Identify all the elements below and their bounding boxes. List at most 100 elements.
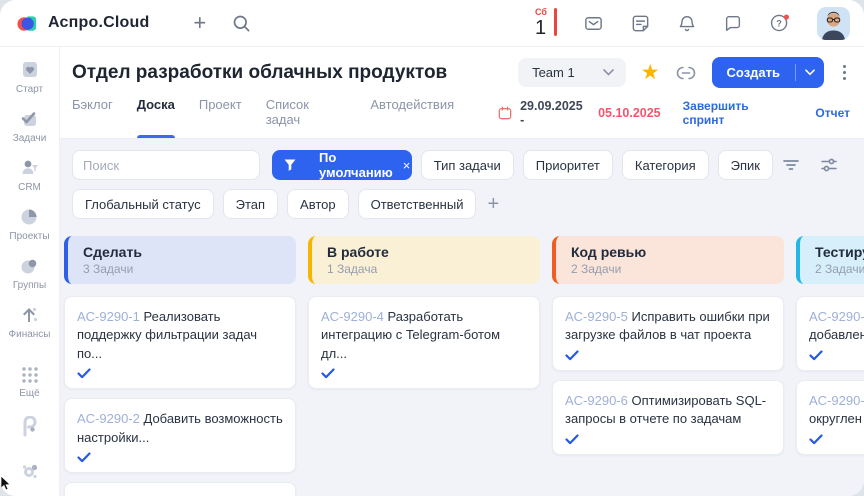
- calendar-day: 1: [535, 18, 546, 38]
- sidebar-item-crm[interactable]: CRM: [18, 157, 41, 193]
- task-id: AC-9290-5: [565, 309, 628, 324]
- task-card[interactable]: AC-9290-4 Разработать интеграцию с Teleg…: [308, 296, 540, 389]
- task-card[interactable]: AC-9290-5 Исправить ошибки при загрузке …: [552, 296, 784, 371]
- calendar-weekday: Сб: [535, 8, 547, 17]
- column-count: 1 Задача: [327, 262, 528, 276]
- column-title: Тестируе: [815, 244, 864, 260]
- settings-sliders-icon[interactable]: [820, 156, 838, 174]
- sort-icon[interactable]: [782, 158, 800, 172]
- copy-link-icon[interactable]: [675, 62, 697, 84]
- sidebar-item-groups[interactable]: Группы: [13, 255, 46, 291]
- task-card[interactable]: AC-9290-округлен: [796, 380, 864, 455]
- filter-category[interactable]: Категория: [622, 150, 709, 180]
- sprint-range-end: 05.10.2025: [598, 106, 661, 120]
- sidebar-item-start[interactable]: Старт: [16, 59, 43, 95]
- filter-task-type[interactable]: Тип задачи: [421, 150, 514, 180]
- filter-row-2: Глобальный статус Этап Автор Ответственн…: [72, 189, 850, 219]
- check-icon: [809, 434, 864, 445]
- column-testing: Тестируе 2 Задачи AC-9290-добавлен AC-92…: [796, 236, 864, 496]
- finish-sprint-link[interactable]: Завершить спринт: [683, 99, 794, 127]
- column-header: Сделать 3 Задачи: [64, 236, 296, 284]
- create-chevron-icon[interactable]: [796, 69, 824, 76]
- logo-icon: [16, 12, 39, 35]
- filter-author[interactable]: Автор: [287, 189, 349, 219]
- sidebar-item-tasks[interactable]: Задачи: [13, 108, 47, 144]
- quick-add-button[interactable]: +: [193, 12, 206, 34]
- user-avatar[interactable]: [817, 7, 850, 40]
- report-link[interactable]: Отчет: [815, 106, 850, 120]
- check-icon: [321, 368, 527, 379]
- app-logo[interactable]: Аспро.Cloud: [16, 12, 149, 35]
- search-input[interactable]: [72, 150, 260, 180]
- tab-backlog[interactable]: Бэклог: [72, 97, 113, 138]
- app-window: Аспро.Cloud + Сб 1: [0, 0, 864, 496]
- column-header: Код ревью 2 Задачи: [552, 236, 784, 284]
- task-card[interactable]: AC-9290-1 Реализовать поддержку фильтрац…: [64, 296, 296, 389]
- groups-icon: [18, 255, 40, 277]
- task-card[interactable]: AC-9290-2 Добавить возможность настройки…: [64, 398, 296, 473]
- topbar: Аспро.Cloud + Сб 1: [0, 0, 864, 47]
- team-selector-value: Team 1: [532, 65, 575, 80]
- filter-epic[interactable]: Эпик: [718, 150, 773, 180]
- filter-assignee[interactable]: Ответственный: [358, 189, 477, 219]
- task-card[interactable]: AC-9290-добавлен: [796, 296, 864, 371]
- calendar-date-widget[interactable]: Сб 1: [535, 8, 557, 38]
- partner-logo-icon[interactable]: [19, 416, 41, 438]
- tasks-icon: [18, 108, 40, 130]
- column-header: Тестируе 2 Задачи: [796, 236, 864, 284]
- bell-icon[interactable]: [677, 13, 697, 34]
- sidebar-item-more[interactable]: Ещё: [19, 365, 39, 399]
- team-selector[interactable]: Team 1: [518, 58, 626, 87]
- column-title: Код ревью: [571, 244, 772, 260]
- sprint-range-start: 29.09.2025 -: [520, 99, 590, 127]
- sidebar-item-finance[interactable]: Финансы: [9, 304, 51, 340]
- task-id: AC-9290-6: [565, 393, 628, 408]
- projects-icon: [18, 206, 40, 228]
- active-filter-chip[interactable]: По умолчанию ×: [272, 150, 412, 180]
- kanban-board: Сделать 3 Задачи AC-9290-1 Реализовать п…: [64, 236, 850, 496]
- filter-global-status[interactable]: Глобальный статус: [72, 189, 214, 219]
- task-id: AC-9290-: [809, 308, 864, 326]
- task-card[interactable]: AC-9290-6 Оптимизировать SQL-запросы в о…: [552, 380, 784, 455]
- add-filter-button[interactable]: +: [487, 194, 499, 214]
- help-icon[interactable]: ?: [769, 12, 791, 34]
- mouse-cursor: [0, 476, 12, 492]
- column-title: Сделать: [83, 244, 284, 260]
- task-id: AC-9290-2: [77, 411, 140, 426]
- sidebar: Старт Задачи CRM Проекты Группы Финансы: [0, 47, 60, 496]
- task-card[interactable]: AC-9290-3 Обновить UI компонентов в карт…: [64, 482, 296, 496]
- column-in-progress: В работе 1 Задача AC-9290-4 Разработать …: [308, 236, 540, 496]
- chevron-down-icon: [603, 69, 614, 76]
- finance-icon: [18, 304, 40, 326]
- tab-automations[interactable]: Автодействия: [370, 97, 454, 138]
- check-icon: [565, 350, 771, 361]
- workspace: По умолчанию × Тип задачи Приоритет Кате…: [60, 139, 864, 496]
- create-button-label: Создать: [712, 65, 795, 80]
- column-title: В работе: [327, 244, 528, 260]
- more-menu-icon[interactable]: [839, 61, 850, 84]
- clear-filter-icon[interactable]: ×: [403, 158, 412, 173]
- search-icon[interactable]: [232, 14, 251, 33]
- check-icon: [809, 350, 864, 361]
- notes-icon[interactable]: [630, 13, 651, 34]
- sprint-info: 29.09.2025 - 05.10.2025 Завершить спринт…: [498, 99, 850, 137]
- funnel-icon: [272, 158, 308, 172]
- check-icon: [565, 434, 771, 445]
- task-id: AC-9290-: [809, 392, 864, 410]
- tab-task-list[interactable]: Список задач: [266, 97, 347, 138]
- filter-priority[interactable]: Приоритет: [523, 150, 613, 180]
- gear-icon[interactable]: [19, 460, 41, 482]
- favorite-star-icon[interactable]: ★: [641, 62, 660, 83]
- main-area: Отдел разработки облачных продуктов Team…: [60, 47, 864, 496]
- create-button[interactable]: Создать: [712, 57, 824, 88]
- mail-icon[interactable]: [583, 13, 604, 34]
- crm-icon: [19, 157, 41, 179]
- tab-project[interactable]: Проект: [199, 97, 242, 138]
- filter-stage[interactable]: Этап: [223, 189, 278, 219]
- chat-icon[interactable]: [723, 13, 743, 33]
- column-count: 2 Задачи: [571, 262, 772, 276]
- sidebar-item-projects[interactable]: Проекты: [9, 206, 49, 242]
- tab-board[interactable]: Доска: [137, 97, 175, 138]
- column-header: В работе 1 Задача: [308, 236, 540, 284]
- sidebar-label: Ещё: [19, 388, 39, 399]
